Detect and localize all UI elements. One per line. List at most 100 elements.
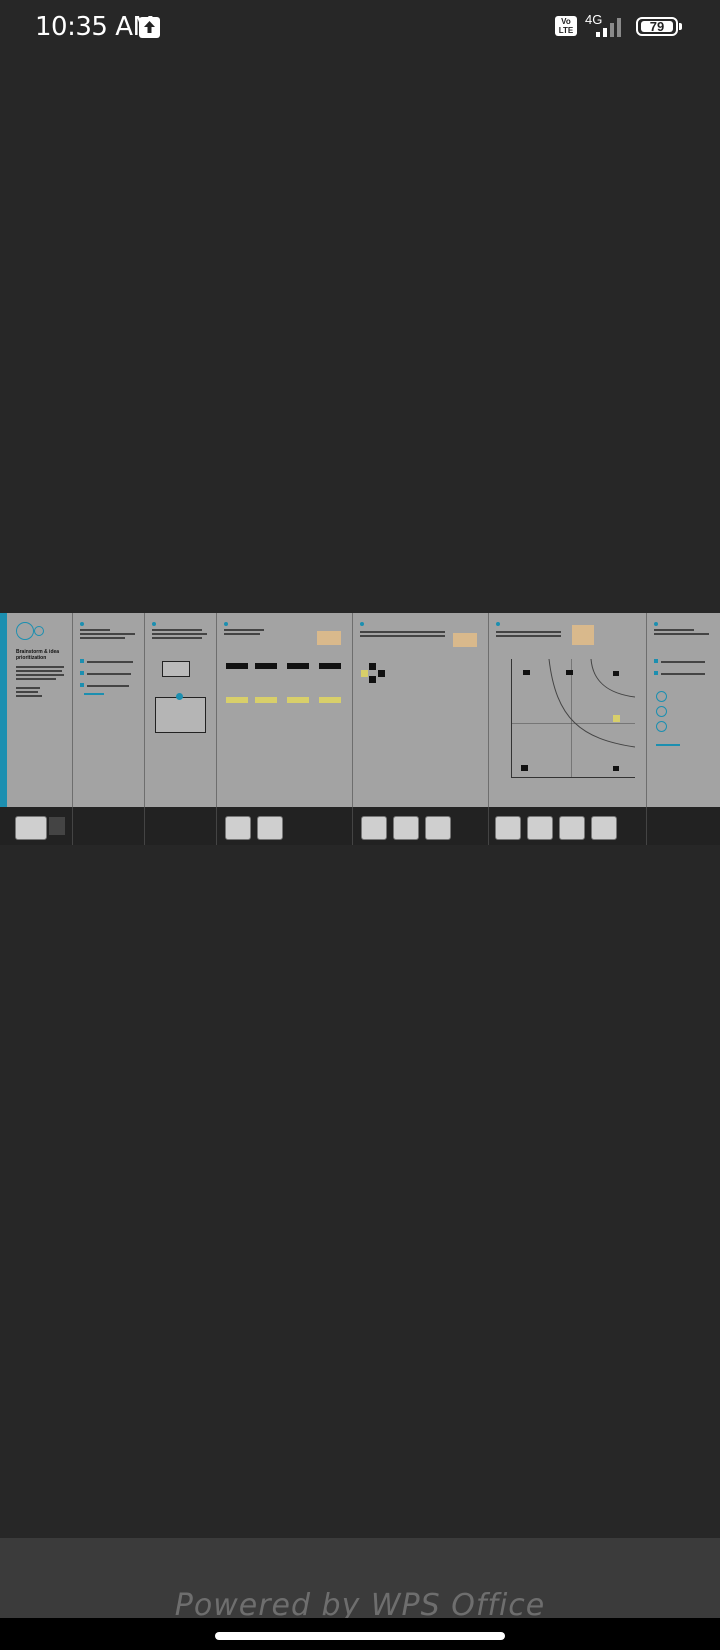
text-line [16,687,40,689]
text-line [152,629,202,631]
x-axis [511,777,635,778]
sticky-note [226,697,248,703]
status-bar: 10:35 AM Vo LTE 4G 79 [0,0,720,56]
text-line [661,673,705,675]
define-problem-panel [145,613,217,807]
text-line [152,637,202,639]
slide-thumbnail[interactable] [591,816,617,840]
tip-note [572,625,594,645]
thumb-cell [353,807,489,845]
slide-thumbnail[interactable] [527,816,553,840]
slide-thumbnail[interactable] [393,816,419,840]
resource-icon [656,691,667,702]
slide-thumbnail[interactable] [495,816,521,840]
text-line [16,670,62,672]
cluster-node [378,670,385,677]
after-workshop-panel [647,613,720,807]
text-line [152,633,207,635]
resource-icon [656,706,667,717]
set-goal-panel [73,613,145,807]
thumbnail-row [0,807,720,845]
volte-icon: Vo LTE [555,16,577,36]
text-line [360,631,445,633]
avatar-group [255,663,277,669]
step-dot [152,622,156,626]
link-underline [656,744,680,746]
upload-icon [139,17,160,38]
problem-card [162,661,190,677]
step-dot [654,622,658,626]
step-dot [496,622,500,626]
thumb-cell [145,807,217,845]
group-ideas-panel [353,613,489,807]
prioritize-panel [489,613,647,807]
decor-circle [34,626,44,636]
signal-icon [590,16,626,38]
avatar-group [287,663,309,669]
cluster-node [369,663,376,670]
text-line [87,661,133,663]
text-line [80,633,135,635]
text-line [16,691,38,693]
thumb-cell [647,807,720,845]
checkbox-icon [80,683,84,687]
checkbox-icon [80,659,84,663]
step-dot [80,622,84,626]
checkbox-icon [654,659,658,663]
cover-panel: Brainstorm & idea prioritization [0,613,73,807]
tip-note [317,631,341,645]
tip-note [453,633,477,647]
slide-thumbnail[interactable] [559,816,585,840]
sticky-note [287,697,309,703]
brainstorm-panel [217,613,353,807]
checkbox-icon [654,671,658,675]
text-line [360,635,445,637]
text-line [16,678,56,680]
accent-bar [0,613,7,807]
home-indicator[interactable] [215,1632,505,1640]
idea-marker [523,670,530,675]
idea-marker [566,670,573,675]
battery-icon: 79 [636,17,678,36]
battery-tip [679,23,682,30]
clock: 10:35 AM [35,12,155,42]
sticky-note [319,697,341,703]
avatar-group [226,663,248,669]
text-line [80,629,110,631]
idea-marker [521,765,528,771]
idea-marker [613,766,619,771]
checkbox-icon [80,671,84,675]
text-line [16,674,64,676]
slide-thumbnail[interactable] [225,816,251,840]
text-line [87,685,129,687]
sticky-note [613,715,620,722]
slide-thumbnail[interactable] [15,816,47,840]
step-dot [224,622,228,626]
battery-percent: 79 [649,19,665,34]
thumb-cell [217,807,353,845]
cover-title: Brainstorm & idea prioritization [16,649,60,661]
slide-thumbnail[interactable] [361,816,387,840]
thumb-cell [73,807,145,845]
text-line [87,673,131,675]
text-line [496,631,561,633]
step-badge [176,693,183,700]
text-line [661,661,705,663]
avatar-group [319,663,341,669]
text-line [496,635,561,637]
document-preview[interactable]: Brainstorm & idea prioritization [0,613,720,845]
sticky-note [255,697,277,703]
text-line [224,633,260,635]
text-line [654,633,709,635]
idea-marker [613,671,619,676]
thumb-cell [489,807,647,845]
text-line [16,695,42,697]
lightbulb-icon [16,622,34,640]
text-line [16,666,64,668]
text-line [654,629,694,631]
slide-thumbnail[interactable] [425,816,451,840]
text-line [224,629,264,631]
template-card [155,697,206,733]
slide-thumbnail[interactable] [257,816,283,840]
step-dot [360,622,364,626]
